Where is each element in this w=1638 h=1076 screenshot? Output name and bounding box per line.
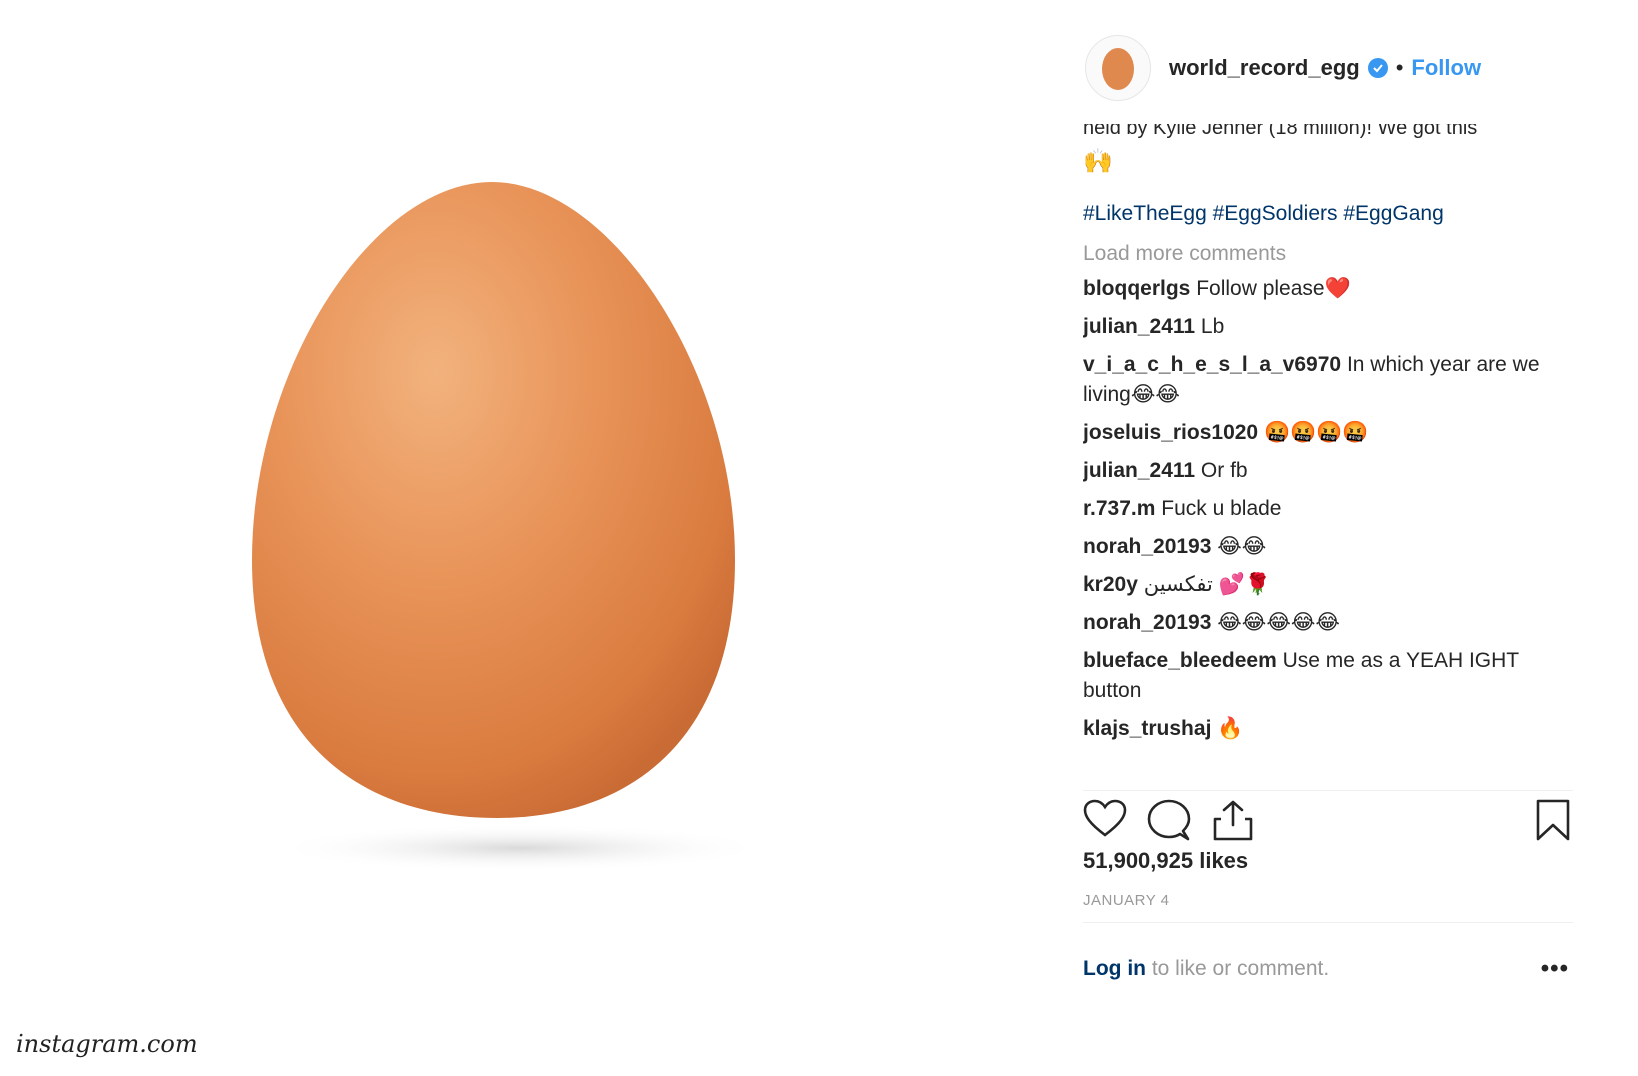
comment-username[interactable]: r.737.m [1083,497,1155,520]
bookmark-icon[interactable] [1535,799,1571,846]
comment-item: kr20y تفكسين 💕🌹 [1083,570,1563,600]
comment-text: 😂😂😂😂😂 [1217,611,1340,634]
comment-username[interactable]: bloqqerlgs [1083,277,1190,300]
comment-username[interactable]: v_i_a_c_h_e_s_l_a_v6970 [1083,353,1341,376]
comment-item: bloqqerlgs Follow please❤️ [1083,274,1563,304]
source-watermark: instagram.com [16,1030,198,1058]
comment-text: 🤬🤬🤬🤬 [1263,421,1369,444]
hashtag-link[interactable]: #EggSoldiers [1213,202,1338,225]
comment-text: 🔥 [1217,717,1244,740]
post-details-panel: world_record_egg • Follow held by Kylie … [1065,0,1580,1076]
egg-avatar-icon [1102,48,1134,90]
caption-emoji: 🙌 [1083,148,1113,175]
heart-icon[interactable] [1083,799,1127,844]
comment-item: joseluis_rios1020 🤬🤬🤬🤬 [1083,418,1563,448]
action-bar [1083,790,1573,847]
egg-image [252,182,770,872]
comment-item: blueface_bleedeem Use me as a YEAH IGHT … [1083,646,1563,706]
comment-text: Fuck u blade [1161,497,1282,520]
more-options-button[interactable]: ••• [1541,955,1569,983]
avatar[interactable] [1085,35,1151,101]
comment-item: norah_20193 😂😂😂😂😂 [1083,608,1563,638]
comment-item: v_i_a_c_h_e_s_l_a_v6970 In which year ar… [1083,350,1563,410]
comment-item: julian_2411 Lb [1083,312,1563,342]
login-row: Log in to like or comment. ••• [1083,922,1573,993]
login-link[interactable]: Log in [1083,957,1146,980]
comments-list[interactable]: held by Kylie Jenner (18 million)! We go… [1083,124,1563,784]
separator-dot: • [1395,55,1404,80]
username-link[interactable]: world_record_egg [1169,55,1360,81]
comment-text: Or fb [1200,459,1248,482]
comment-icon[interactable] [1147,799,1191,846]
hashtag-link[interactable]: #EggGang [1343,202,1443,225]
post-photo: instagram.com [0,0,1065,1076]
login-prompt: Log in to like or comment. [1083,957,1329,981]
share-icon[interactable] [1211,799,1255,846]
comment-username[interactable]: blueface_bleedeem [1083,649,1277,672]
comment-text: 😂😂 [1217,535,1267,558]
comment-text: Follow please❤️ [1196,277,1351,300]
login-prompt-text: to like or comment. [1145,957,1330,980]
caption-text: held by Kylie Jenner (18 million)! We go… [1083,124,1478,139]
comment-item: r.737.m Fuck u blade [1083,494,1563,524]
post-date: JANUARY 4 [1083,892,1170,909]
comment-username[interactable]: klajs_trushaj [1083,717,1211,740]
comment-item: klajs_trushaj 🔥 [1083,714,1563,744]
comment-username[interactable]: kr20y [1083,573,1138,596]
hashtags: #LikeTheEgg #EggSoldiers #EggGang [1083,202,1563,226]
comment-username[interactable]: norah_20193 [1083,611,1211,634]
likes-count[interactable]: 51,900,925 likes [1083,848,1248,874]
comment-text: Lb [1200,315,1225,338]
comment-username[interactable]: julian_2411 [1083,315,1195,338]
load-more-comments-button[interactable]: Load more comments [1083,242,1563,266]
verified-badge-icon [1367,58,1388,78]
comment-text: تفكسين 💕🌹 [1143,573,1271,596]
comment-username[interactable]: julian_2411 [1083,459,1195,482]
follow-button[interactable]: Follow [1411,55,1481,81]
hashtag-link[interactable]: #LikeTheEgg [1083,202,1207,225]
comment-username[interactable]: joseluis_rios1020 [1083,421,1258,444]
comment-item: julian_2411 Or fb [1083,456,1563,486]
comment-item: norah_20193 😂😂 [1083,532,1563,562]
comment-username[interactable]: norah_20193 [1083,535,1211,558]
post-header: world_record_egg • Follow [1065,24,1580,112]
